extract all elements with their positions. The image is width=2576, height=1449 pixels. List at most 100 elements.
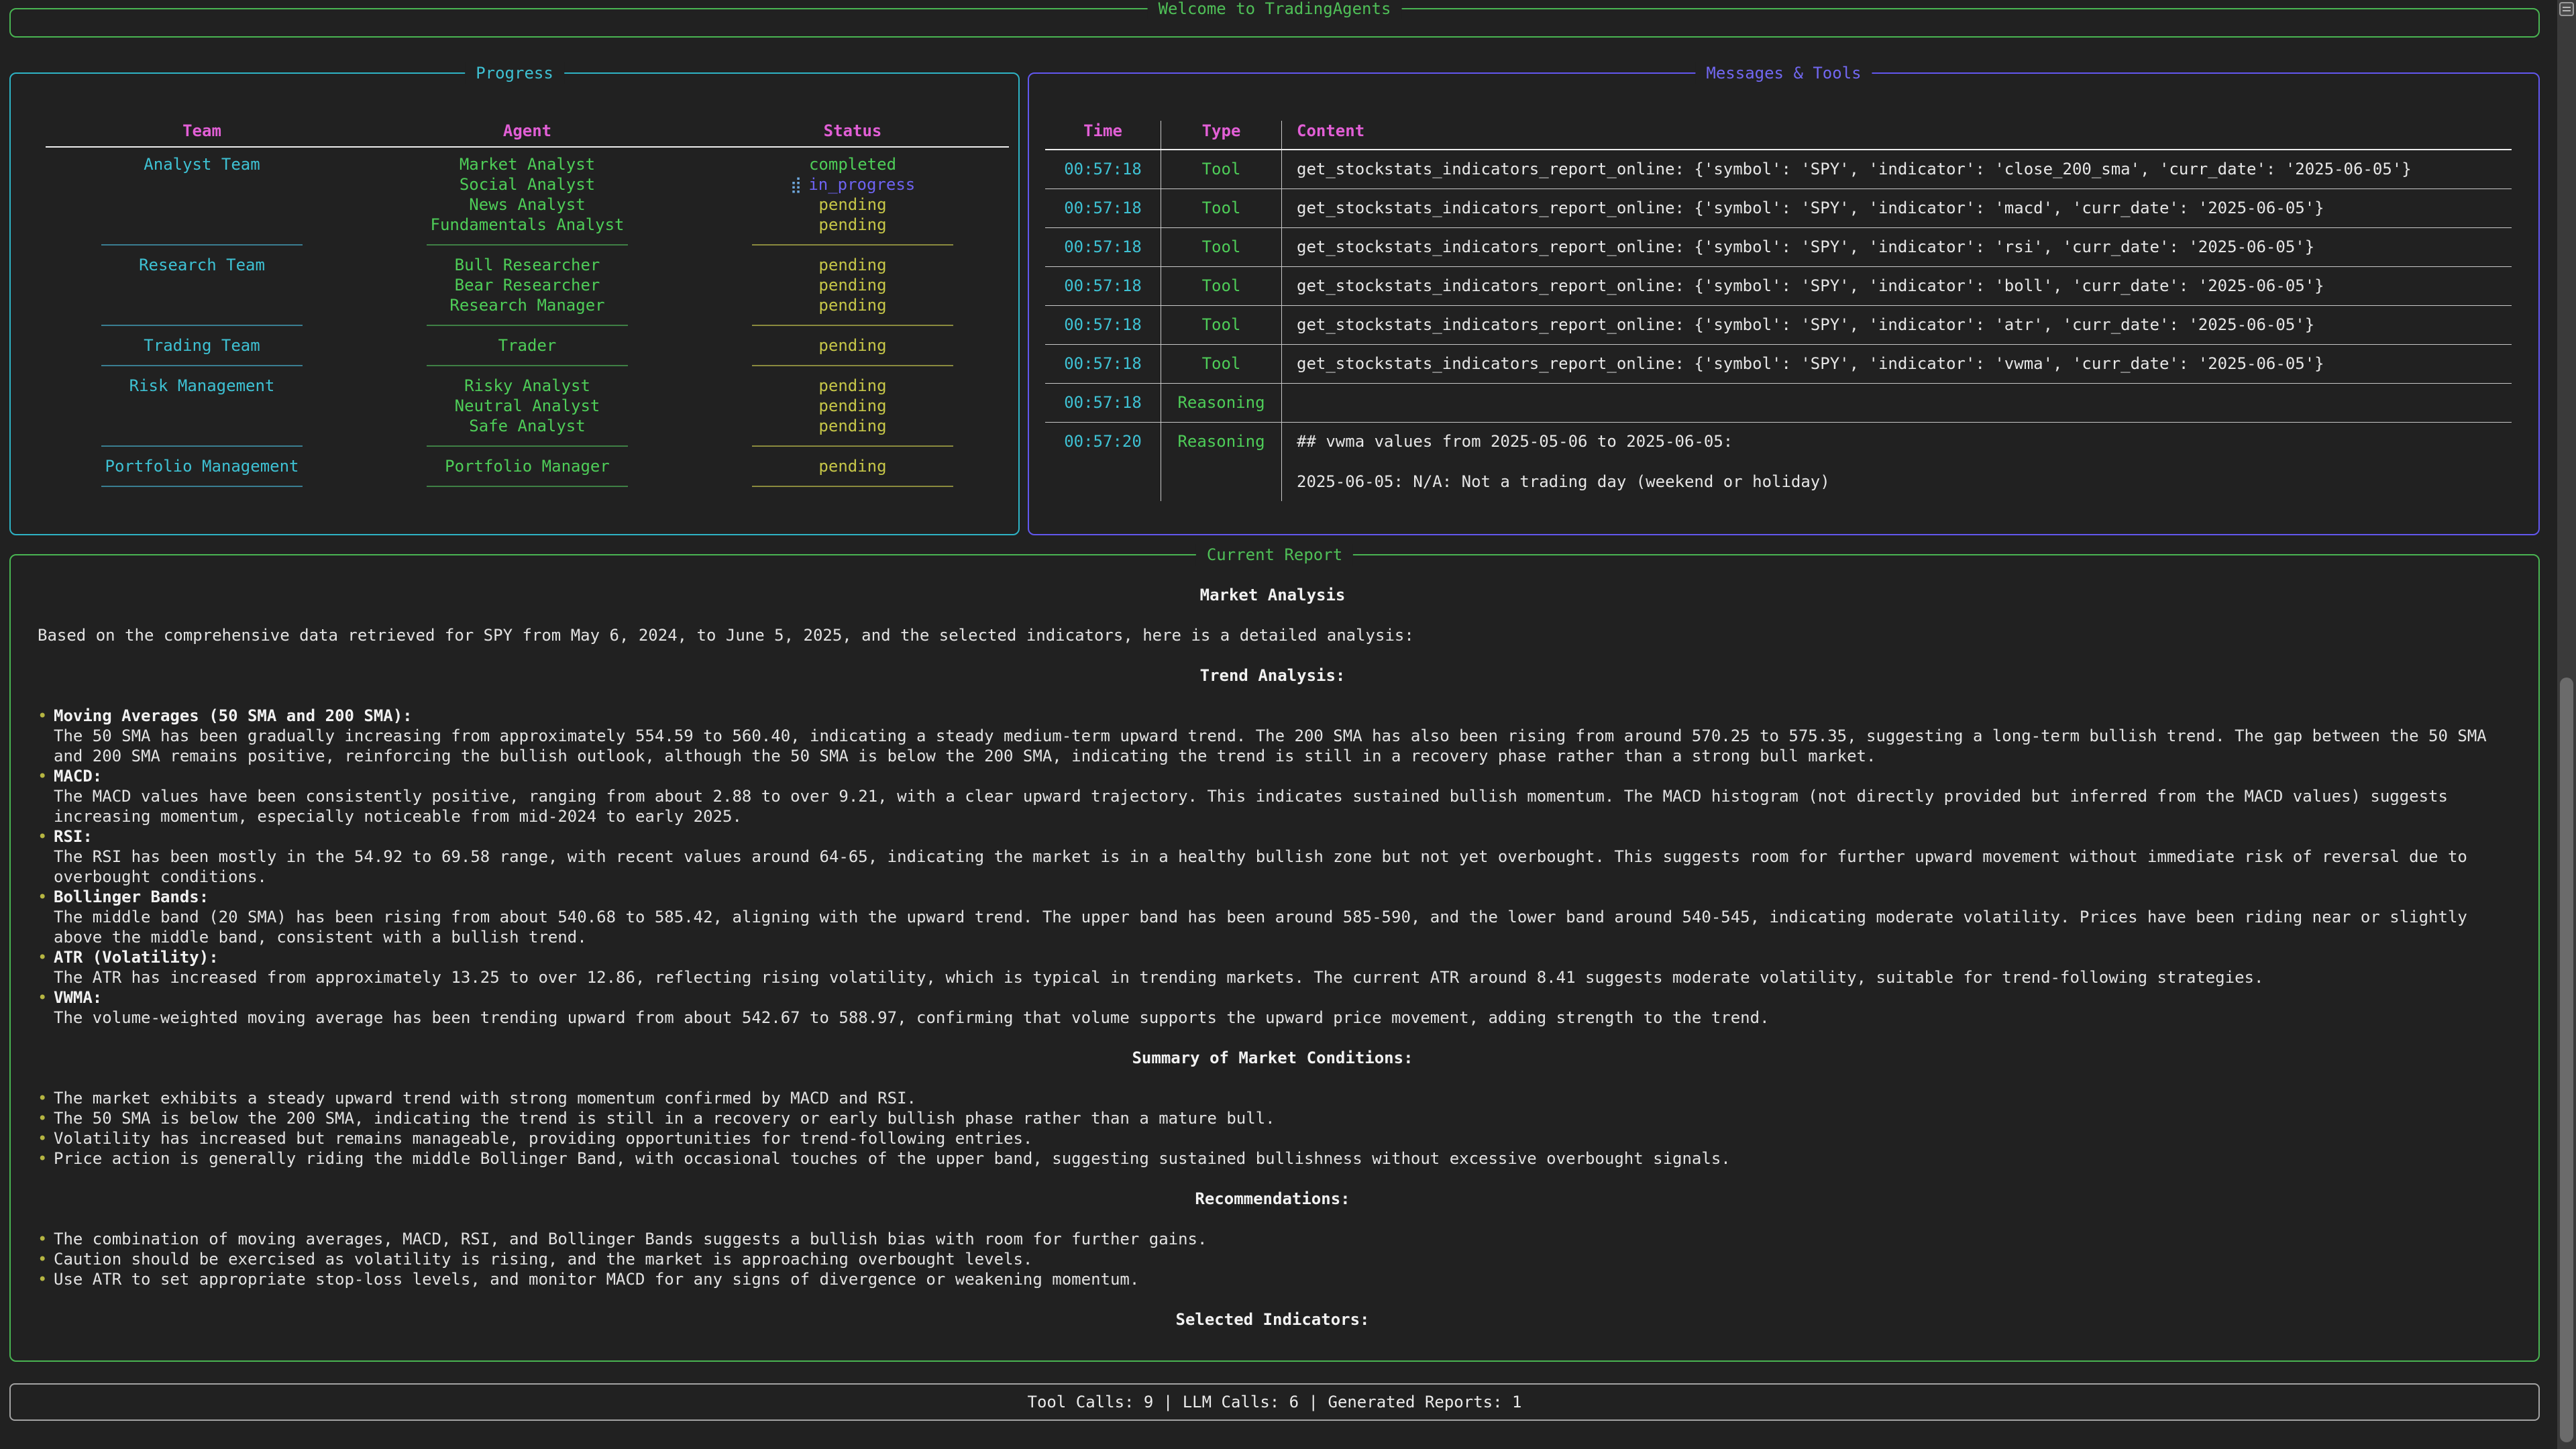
- column-header-team: Team: [44, 121, 360, 141]
- table-row: Portfolio Management Portfolio Manager p…: [44, 456, 1010, 476]
- table-row: 00:57:18 Tool get_stockstats_indicators_…: [1045, 267, 2512, 306]
- report-intro: Based on the comprehensive data retrieve…: [38, 625, 2508, 645]
- message-type: Tool: [1161, 189, 1281, 227]
- team-cell: Risk Management: [44, 376, 360, 396]
- agent-cell: Neutral Analyst: [360, 396, 695, 416]
- agent-cell: Safe Analyst: [360, 416, 695, 436]
- report-panel-title: Current Report: [1196, 544, 1353, 566]
- scrollbar[interactable]: [2557, 0, 2576, 1449]
- messages-panel: Messages & Tools Time Type Content 00:57…: [1028, 72, 2540, 535]
- team-cell: [44, 295, 360, 315]
- table-row: 00:57:18 Tool get_stockstats_indicators_…: [1045, 189, 2512, 228]
- bullet-icon: •: [38, 1249, 47, 1269]
- column-header-type: Type: [1161, 121, 1281, 149]
- status-badge: pending: [695, 195, 1010, 215]
- bullet-label: RSI:: [54, 826, 2508, 847]
- team-cell: Trading Team: [44, 335, 360, 356]
- table-row: 00:57:18 Tool get_stockstats_indicators_…: [1045, 150, 2512, 189]
- bullet-text: Price action is generally riding the mid…: [54, 1149, 1731, 1168]
- list-item: • Bollinger Bands: The middle band (20 S…: [38, 887, 2508, 947]
- table-row: Trading Team Trader pending: [44, 335, 1010, 356]
- agent-cell: Trader: [360, 335, 695, 356]
- progress-table-header: Team Agent Status: [44, 121, 1010, 141]
- table-row: News Analyst pending: [44, 195, 1010, 215]
- section-heading: Recommendations:: [38, 1189, 2508, 1209]
- table-row: Safe Analyst pending: [44, 416, 1010, 436]
- bullet-list: • The market exhibits a steady upward tr…: [38, 1088, 2508, 1169]
- list-item: • The combination of moving averages, MA…: [38, 1229, 2508, 1249]
- agent-cell: Market Analyst: [360, 154, 695, 174]
- table-row: Neutral Analyst pending: [44, 396, 1010, 416]
- bullet-icon: •: [38, 987, 47, 1008]
- group-separator: [44, 476, 1010, 496]
- bullet-icon: •: [38, 947, 47, 967]
- group-separator: [44, 356, 1010, 376]
- bullet-text: The MACD values have been consistently p…: [54, 787, 2448, 826]
- header-separator: [46, 146, 1009, 148]
- bullet-icon: •: [38, 826, 47, 847]
- messages-table-header: Time Type Content: [1045, 121, 2512, 150]
- bullet-label: VWMA:: [54, 987, 2508, 1008]
- status-badge: pending: [695, 456, 1010, 476]
- message-type: Tool: [1161, 150, 1281, 189]
- list-item: • ATR (Volatility): The ATR has increase…: [38, 947, 2508, 987]
- team-cell: Research Team: [44, 255, 360, 275]
- report-heading: Market Analysis: [38, 585, 2508, 605]
- column-header-content: Content: [1281, 121, 2512, 149]
- scrollbar-thumb[interactable]: [2560, 678, 2573, 1442]
- bullet-icon: •: [38, 887, 47, 907]
- team-cell: [44, 416, 360, 436]
- progress-panel: Progress Team Agent Status Analyst Team …: [9, 72, 1020, 535]
- section-heading: Trend Analysis:: [38, 665, 2508, 686]
- list-item: • Price action is generally riding the m…: [38, 1148, 2508, 1169]
- agent-cell: Bull Researcher: [360, 255, 695, 275]
- spinner-icon: ⣾: [790, 175, 802, 194]
- table-row: Fundamentals Analyst pending: [44, 215, 1010, 235]
- list-item: • MACD: The MACD values have been consis…: [38, 766, 2508, 826]
- bullet-text: Use ATR to set appropriate stop-loss lev…: [54, 1270, 1139, 1289]
- status-badge: ⣾ in_progress: [695, 174, 1010, 195]
- scroll-grip-icon[interactable]: [2559, 2, 2574, 16]
- progress-panel-title: Progress: [465, 62, 564, 84]
- table-row: Analyst Team Market Analyst completed: [44, 154, 1010, 174]
- column-header-time: Time: [1045, 121, 1161, 149]
- message-content: get_stockstats_indicators_report_online:…: [1281, 267, 2512, 305]
- messages-table: Time Type Content 00:57:18 Tool get_stoc…: [1045, 121, 2512, 501]
- list-item: • Moving Averages (50 SMA and 200 SMA): …: [38, 706, 2508, 766]
- list-item: • Use ATR to set appropriate stop-loss l…: [38, 1269, 2508, 1289]
- status-badge: pending: [695, 396, 1010, 416]
- agent-cell: Risky Analyst: [360, 376, 695, 396]
- message-time: 00:57:18: [1045, 150, 1161, 189]
- team-cell: Portfolio Management: [44, 456, 360, 476]
- bullet-text: The 50 SMA is below the 200 SMA, indicat…: [54, 1109, 1275, 1128]
- status-badge: completed: [695, 154, 1010, 174]
- message-content: get_stockstats_indicators_report_online:…: [1281, 345, 2512, 383]
- bullet-text: The middle band (20 SMA) has been rising…: [54, 908, 2467, 947]
- welcome-panel: Welcome to TradingAgents: [9, 8, 2540, 38]
- message-type: Tool: [1161, 228, 1281, 266]
- bullet-text: The ATR has increased from approximately…: [54, 968, 2263, 987]
- message-type: Reasoning: [1161, 384, 1281, 422]
- message-content: get_stockstats_indicators_report_online:…: [1281, 150, 2512, 189]
- team-cell: Analyst Team: [44, 154, 360, 174]
- status-badge: pending: [695, 335, 1010, 356]
- group-separator: [44, 436, 1010, 456]
- agent-cell: Bear Researcher: [360, 275, 695, 295]
- bullet-icon: •: [38, 1088, 47, 1108]
- status-text: in_progress: [808, 175, 915, 194]
- agent-cell: News Analyst: [360, 195, 695, 215]
- app-title: Welcome to TradingAgents: [1148, 0, 1402, 19]
- report-panel: Current Report Market Analysis Based on …: [9, 554, 2540, 1362]
- message-content-line: ## vwma values from 2025-05-06 to 2025-0…: [1297, 431, 2512, 451]
- table-row: 00:57:18 Tool get_stockstats_indicators_…: [1045, 306, 2512, 345]
- bullet-text: The market exhibits a steady upward tren…: [54, 1089, 916, 1108]
- bullet-text: The combination of moving averages, MACD…: [54, 1230, 1207, 1248]
- list-item: • Volatility has increased but remains m…: [38, 1128, 2508, 1148]
- message-time: 00:57:18: [1045, 189, 1161, 227]
- bullet-list: • Moving Averages (50 SMA and 200 SMA): …: [38, 706, 2508, 1028]
- table-row: Research Team Bull Researcher pending: [44, 255, 1010, 275]
- messages-panel-title: Messages & Tools: [1695, 62, 1872, 84]
- stats-text: Tool Calls: 9 | LLM Calls: 6 | Generated…: [1028, 1393, 1522, 1411]
- table-row: 00:57:18 Tool get_stockstats_indicators_…: [1045, 228, 2512, 267]
- status-badge: pending: [695, 215, 1010, 235]
